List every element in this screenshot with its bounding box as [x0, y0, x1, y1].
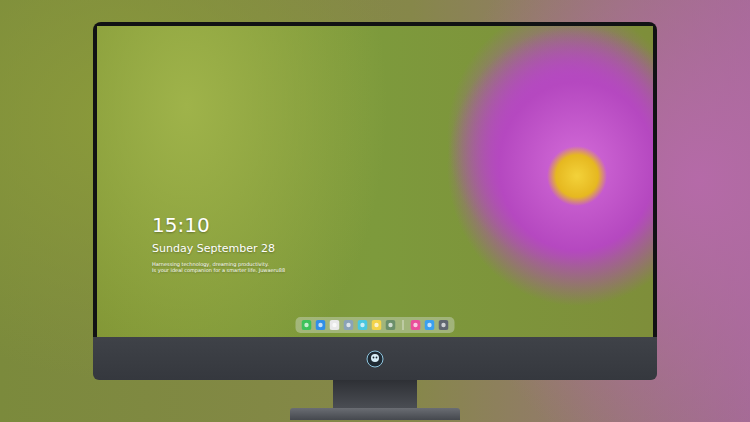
flower-photo	[377, 26, 653, 306]
caption: Harnessing technology, dreaming producti…	[152, 261, 653, 273]
clock-time: 15:10	[152, 213, 653, 237]
caption-line: Harnessing technology, dreaming producti…	[152, 261, 653, 267]
app-icon[interactable]	[316, 320, 326, 330]
app-icon[interactable]	[411, 320, 421, 330]
dock-separator	[403, 320, 404, 330]
monitor: 15:10 Sunday September 28 Harnessing tec…	[93, 22, 657, 380]
app-icon[interactable]	[386, 320, 396, 330]
wallpaper: 15:10 Sunday September 28 Harnessing tec…	[97, 26, 653, 337]
lock-info: 15:10 Sunday September 28 Harnessing tec…	[97, 26, 653, 273]
app-icon[interactable]	[439, 320, 449, 330]
stand-neck	[333, 380, 417, 408]
app-icon[interactable]	[358, 320, 368, 330]
app-icon[interactable]	[425, 320, 435, 330]
caption-line: Is your ideal companion for a smarter li…	[152, 267, 653, 273]
app-icon[interactable]	[344, 320, 354, 330]
desktop-mockup: 15:10 Sunday September 28 Harnessing tec…	[0, 0, 750, 422]
brand-logo-icon	[366, 350, 384, 368]
stand-base	[290, 408, 460, 420]
app-icon[interactable]	[330, 320, 340, 330]
app-icon[interactable]	[372, 320, 382, 330]
clock-date: Sunday September 28	[152, 242, 653, 256]
app-icon[interactable]	[302, 320, 312, 330]
dock	[296, 317, 455, 333]
monitor-chin	[93, 337, 657, 380]
screen-bezel: 15:10 Sunday September 28 Harnessing tec…	[93, 22, 657, 337]
